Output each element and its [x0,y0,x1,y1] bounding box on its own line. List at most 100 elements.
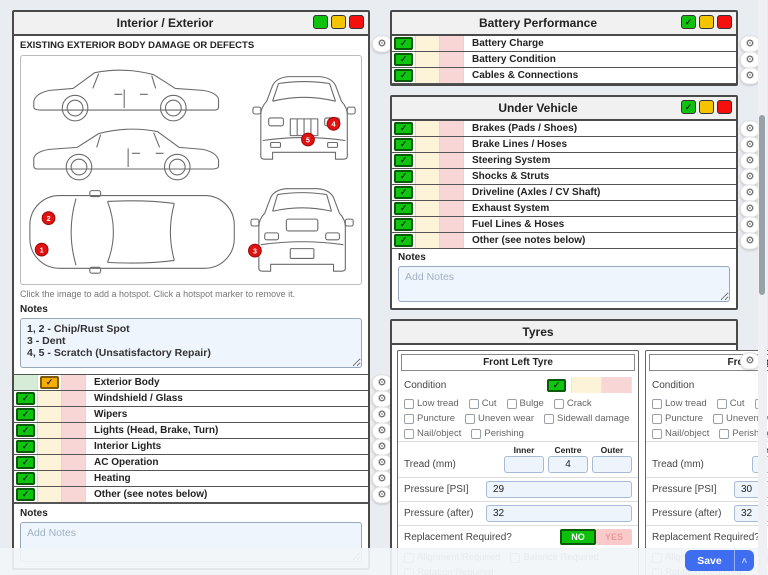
status-amber-cell[interactable] [416,233,440,248]
mark-all-amber-button[interactable] [331,15,346,29]
tread-outer-input[interactable] [592,456,632,473]
status-green-cell[interactable]: ✓ [392,137,416,152]
scrollbar-thumb[interactable] [759,115,765,295]
status-green-cell[interactable]: ✓ [14,439,38,454]
settings-gear-icon[interactable]: ⚙ [740,201,760,218]
status-red-cell[interactable] [440,233,464,248]
mark-all-green-button[interactable]: ✓ [681,100,696,114]
mark-all-amber-button[interactable] [699,15,714,29]
settings-gear-icon[interactable]: ⚙ [372,391,392,408]
settings-gear-icon[interactable]: ⚙ [740,137,760,154]
status-amber-cell[interactable] [38,391,62,406]
status-amber-cell[interactable] [416,52,440,67]
mark-all-red-button[interactable] [717,15,732,29]
status-amber-cell[interactable] [416,169,440,184]
settings-gear-icon[interactable]: ⚙ [372,487,392,504]
status-green-cell[interactable]: ✓ [14,455,38,470]
status-green-cell[interactable]: ✓ [14,407,38,422]
status-green-cell[interactable]: ✓ [392,185,416,200]
status-green-cell[interactable] [14,375,38,390]
status-red-cell[interactable] [62,455,86,470]
status-green-cell[interactable]: ✓ [14,487,38,502]
mark-all-amber-button[interactable] [699,100,714,114]
status-red-cell[interactable] [440,137,464,152]
status-green-cell[interactable]: ✓ [392,68,416,83]
mark-all-red-button[interactable] [717,100,732,114]
status-red-cell[interactable] [440,169,464,184]
status-amber-cell[interactable] [38,487,62,502]
status-amber-cell[interactable] [416,201,440,216]
defect-checkbox[interactable]: Perishing [471,428,524,439]
defect-checkbox[interactable]: Uneven wear [465,413,534,424]
status-green-cell[interactable]: ✓ [14,423,38,438]
status-amber-cell[interactable] [38,455,62,470]
status-red-cell[interactable] [440,52,464,67]
settings-gear-icon[interactable]: ⚙ [740,217,760,234]
hotspot-marker[interactable]: 5 [302,133,315,146]
mark-all-green-button[interactable]: ✓ [681,15,696,29]
save-button[interactable]: Save [685,555,734,567]
status-amber-cell[interactable] [38,407,62,422]
settings-gear-icon[interactable]: ⚙ [372,423,392,440]
status-green-cell[interactable]: ✓ [392,169,416,184]
status-red-cell[interactable] [440,68,464,83]
defect-checkbox[interactable]: Bulge [507,398,544,409]
status-amber-cell[interactable]: ✓ [38,375,62,390]
status-amber-cell[interactable] [416,185,440,200]
status-green-cell[interactable]: ✓ [392,36,416,51]
settings-gear-icon[interactable]: ⚙ [372,439,392,456]
vehicle-damage-diagram[interactable]: 1 2 3 45 [20,55,362,285]
status-green-cell[interactable]: ✓ [392,52,416,67]
status-red-cell[interactable] [440,36,464,51]
tread-centre-input[interactable] [548,456,588,473]
status-green-cell[interactable]: ✓ [392,217,416,232]
defect-checkbox[interactable]: Puncture [652,413,703,424]
status-green-cell[interactable]: ✓ [392,121,416,136]
hotspot-marker[interactable]: 3 [249,244,262,257]
hotspot-marker[interactable]: 1 [35,243,48,256]
tread-inner-input[interactable] [504,456,544,473]
settings-gear-icon[interactable]: ⚙ [740,233,760,250]
settings-gear-icon[interactable]: ⚙ [372,471,392,488]
settings-gear-icon[interactable]: ⚙ [740,185,760,202]
settings-gear-icon[interactable]: ⚙ [372,455,392,472]
status-red-cell[interactable] [62,375,86,390]
status-red-cell[interactable] [62,471,86,486]
replacement-no-button[interactable]: NO [560,529,596,545]
replacement-yes-button[interactable]: YES [596,529,632,545]
defect-checkbox[interactable]: Cut [717,398,745,409]
status-red-cell[interactable] [440,201,464,216]
status-amber-cell[interactable] [416,217,440,232]
status-amber-cell[interactable] [416,153,440,168]
status-amber-cell[interactable] [416,36,440,51]
mark-all-red-button[interactable] [349,15,364,29]
status-amber-cell[interactable] [416,121,440,136]
defect-checkbox[interactable]: Low tread [652,398,707,409]
status-green-cell[interactable]: ✓ [392,233,416,248]
status-red-cell[interactable] [62,407,86,422]
settings-gear-icon[interactable]: ⚙ [740,153,760,170]
settings-gear-icon[interactable]: ⚙ [740,121,760,138]
status-red-cell[interactable] [62,423,86,438]
defect-checkbox[interactable]: Nail/object [652,428,709,439]
status-red-cell[interactable] [440,153,464,168]
status-green-cell[interactable]: ✓ [14,471,38,486]
status-red-cell[interactable] [440,217,464,232]
mark-all-green-button[interactable] [313,15,328,29]
defect-checkbox[interactable]: Sidewall damage [544,413,629,424]
settings-gear-icon[interactable]: ⚙ [372,36,392,53]
settings-gear-icon[interactable]: ⚙ [740,169,760,186]
defect-checkbox[interactable]: Low tread [404,398,459,409]
status-green-cell[interactable]: ✓ [392,201,416,216]
hotspot-marker[interactable]: 2 [42,212,55,225]
settings-gear-icon[interactable]: ⚙ [740,36,760,53]
status-green-cell[interactable]: ✓ [14,391,38,406]
hotspot-marker[interactable]: 4 [327,117,340,130]
status-red-cell[interactable] [62,439,86,454]
status-amber-cell[interactable] [416,137,440,152]
condition-amber-cell[interactable] [572,377,602,393]
status-red-cell[interactable] [62,391,86,406]
pressure-after-input[interactable] [486,505,632,522]
car-outline-svg[interactable]: 1 2 3 45 [21,56,365,284]
status-amber-cell[interactable] [38,471,62,486]
